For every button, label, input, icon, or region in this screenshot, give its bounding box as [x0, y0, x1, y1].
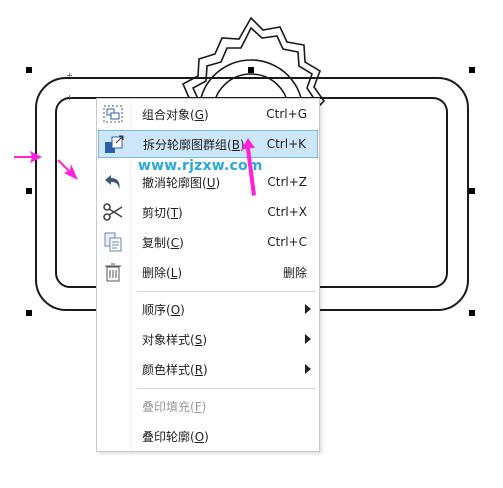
menu-item-overprint-outline[interactable]: 叠印轮廓(O)	[98, 422, 318, 450]
menu-item-order[interactable]: 顺序(O)	[98, 295, 318, 323]
arrow-left-diagonal-icon	[57, 159, 78, 180]
menu-item-label: 对象样式(S)	[142, 332, 207, 347]
menu-item-label: 复制(C)	[142, 235, 184, 250]
menu-item-group-objects[interactable]: 组合对象(G) Ctrl+G	[98, 100, 318, 128]
menu-item-break-contour-group[interactable]: 拆分轮廓图群组(B) Ctrl+K	[98, 130, 318, 158]
trash-icon	[101, 261, 125, 283]
break-apart-icon	[102, 134, 126, 156]
selection-handle-top-middle[interactable]	[248, 67, 254, 73]
group-objects-icon	[101, 103, 125, 125]
arrow-up-to-highlight-icon	[241, 138, 256, 196]
menu-item-label: 撤消轮廓图(U)	[142, 175, 221, 190]
copy-icon	[101, 231, 125, 253]
submenu-arrow-icon	[305, 364, 311, 374]
arrow-left-edge-icon	[14, 151, 42, 163]
menu-item-object-styles[interactable]: 对象样式(S)	[98, 325, 318, 353]
menu-item-label: 叠印轮廓(O)	[142, 429, 209, 444]
menu-separator	[137, 291, 315, 292]
selection-handle-middle-right[interactable]	[469, 188, 475, 194]
menu-item-overprint-fill: 叠印填充(F)	[98, 392, 318, 420]
menu-item-copy[interactable]: 复制(C) Ctrl+C	[98, 228, 318, 256]
scissors-icon	[101, 201, 125, 223]
menu-item-shortcut: Ctrl+K	[266, 137, 306, 151]
menu-item-shortcut: Ctrl+X	[267, 205, 307, 219]
undo-icon	[101, 171, 125, 193]
submenu-arrow-icon	[305, 304, 311, 314]
center-marker-top: +	[66, 71, 73, 80]
menu-item-label: 组合对象(G)	[142, 107, 209, 122]
menu-item-label: 删除(L)	[142, 265, 183, 280]
context-menu: 组合对象(G) Ctrl+G 拆分轮廓图群组(B) Ctrl+K 撤消轮廓图(U…	[96, 98, 320, 452]
menu-item-shortcut: 删除	[282, 265, 307, 280]
menu-item-delete[interactable]: 删除(L) 删除	[98, 258, 318, 286]
selection-handle-bottom-left[interactable]	[26, 310, 32, 316]
center-marker-mid: +	[66, 93, 73, 102]
annotation-arrows	[14, 151, 78, 180]
menu-item-shortcut: Ctrl+G	[266, 107, 307, 121]
menu-item-shortcut: Ctrl+C	[267, 235, 307, 249]
menu-item-shortcut: Ctrl+Z	[267, 175, 307, 189]
menu-item-label: 叠印填充(F)	[142, 399, 207, 414]
selection-handle-bottom-right[interactable]	[469, 310, 475, 316]
menu-item-label: 剪切(T)	[142, 205, 183, 220]
selection-handle-top-right[interactable]	[469, 67, 475, 73]
selection-handle-middle-left[interactable]	[26, 188, 32, 194]
menu-item-label: 拆分轮廓图群组(B)	[143, 137, 245, 152]
menu-separator	[137, 388, 315, 389]
submenu-arrow-icon	[305, 334, 311, 344]
menu-item-label: 顺序(O)	[142, 302, 185, 317]
selection-handle-top-left[interactable]	[26, 67, 32, 73]
menu-item-cut[interactable]: 剪切(T) Ctrl+X	[98, 198, 318, 226]
menu-item-color-styles[interactable]: 颜色样式(R)	[98, 355, 318, 383]
menu-item-label: 颜色样式(R)	[142, 362, 208, 377]
